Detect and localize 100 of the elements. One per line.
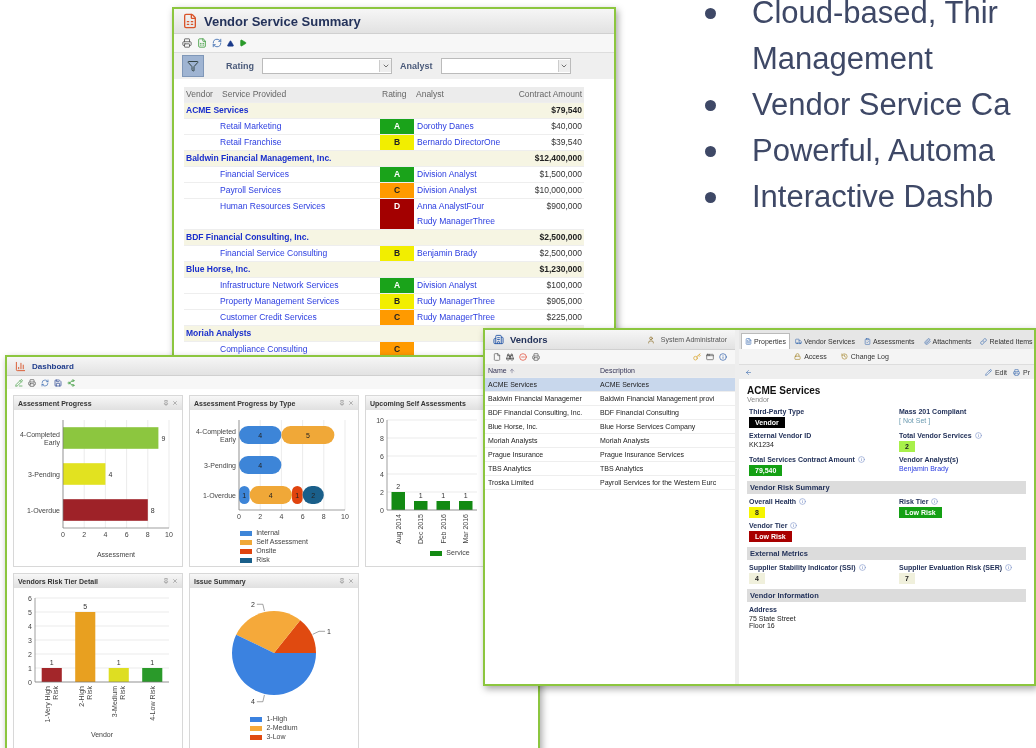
tab-icon [863,338,871,345]
filter-select[interactable] [262,58,392,74]
rating-badge: A [380,167,414,182]
vendor-name[interactable]: Blue Horse, Inc. [184,262,253,277]
chart-bar [239,456,282,474]
close-icon[interactable] [348,578,354,584]
binoculars-icon[interactable] [506,353,514,361]
service-link[interactable]: Property Management Services [220,294,340,309]
vendor-name[interactable]: BDF Financial Consulting, Inc. [184,230,311,245]
lock-icon [794,353,802,360]
legend-swatch [240,557,253,563]
service-link[interactable]: Retail Marketing [220,119,282,134]
dropdown-icon [381,62,390,70]
tab-icon [745,338,752,345]
filter-icon [187,60,199,72]
window-icon[interactable] [706,353,714,361]
contract-amount: $40,000 [550,120,583,133]
column-header[interactable]: Service Provided [220,87,380,102]
print-icon[interactable] [532,353,540,361]
leader-line [256,603,265,612]
bullet-text: Powerful, Automa [752,132,996,170]
column-header[interactable]: Contract Amount [506,87,584,102]
analyst-link[interactable]: Benjamin Brady [417,246,477,261]
analyst-link[interactable]: Division Analyst [417,167,477,182]
report-icon [182,13,198,29]
key-icon[interactable] [693,353,701,361]
bullet-text: Cloud-based, Thir [752,0,999,32]
service-link[interactable]: Customer Credit Services [220,310,317,325]
bullet-icon [705,100,716,111]
spreadsheet-icon[interactable] [197,38,207,48]
chart-bar [75,612,96,682]
delete-icon[interactable] [519,353,527,361]
service-link[interactable]: Human Resources Services [220,199,326,229]
pin-icon[interactable] [163,578,169,584]
rating-badge: C [380,310,414,325]
legend-swatch [250,725,263,731]
chart-bar [414,501,428,510]
filter-select[interactable] [440,58,571,74]
close-icon[interactable] [172,400,178,406]
back-icon[interactable] [745,368,752,376]
refresh-icon[interactable] [212,38,222,48]
analyst-link[interactable]: Bernardo DirectorOne [417,135,501,150]
chart-bar [108,668,129,682]
analyst-link[interactable]: Division Analyst [417,278,477,293]
print-icon[interactable] [182,38,192,48]
legend-swatch [240,539,253,545]
service-link[interactable]: Infrastructure Network Services [220,278,339,293]
close-icon[interactable] [172,578,178,584]
legend-swatch [250,716,263,722]
vendor-name[interactable]: ACME Services [184,103,251,118]
analyst-link[interactable]: Rudy ManagerThree [417,294,495,309]
bullet-icon [705,192,716,203]
rating-badge: A [380,119,414,134]
service-link[interactable]: Financial Services [220,167,289,182]
service-link[interactable]: Compliance Consulting [220,342,308,357]
pin-icon[interactable] [163,400,169,406]
chart-bar [63,463,106,485]
analyst-link[interactable]: Rudy ManagerThree [417,310,495,325]
column-header[interactable]: Analyst [414,87,506,102]
record-title: ACME Services [747,385,822,396]
vendor-name[interactable]: Baldwin Financial Management, Inc. [184,151,334,166]
contract-amount: $100,000 [545,279,583,292]
building-icon [493,334,504,345]
service-link[interactable]: Financial Service Consulting [220,246,328,261]
leader-line [256,694,265,703]
vendor-name[interactable]: Moriah Analysts [184,326,254,341]
refresh-icon[interactable] [41,378,49,387]
filter-button[interactable] [182,55,204,77]
rating-badge: B [380,246,414,261]
group-total: $79,540 [550,104,583,117]
bullet-icon [705,8,716,19]
triangle-up-icon[interactable] [227,39,234,47]
share-icon[interactable] [67,378,75,387]
close-icon[interactable] [348,400,354,406]
pencil-icon [984,368,992,376]
window-title: Vendors [510,334,548,345]
legend-swatch [430,550,443,556]
contract-amount: $905,000 [545,295,583,308]
group-total: $2,500,000 [538,231,583,244]
analyst-link[interactable]: Anna AnalystFour [417,199,485,214]
analyst-link[interactable]: Dorothy Danes [417,119,474,134]
help-icon[interactable] [719,353,727,361]
play-icon[interactable] [239,39,247,47]
window-title: Vendor Service Summary [204,13,361,29]
save-icon[interactable] [54,378,62,387]
column-header[interactable]: Vendor [184,87,220,102]
edit-icon[interactable] [15,378,23,387]
new-file-icon[interactable] [493,353,501,361]
bullet-icon [705,146,716,157]
print-icon[interactable] [28,378,36,387]
column-header[interactable]: Rating [380,87,414,102]
tab-icon [980,338,988,345]
pin-icon[interactable] [339,400,345,406]
legend-swatch [240,548,253,554]
analyst-link[interactable]: Rudy ManagerThree [417,214,495,229]
pin-icon[interactable] [339,578,345,584]
analyst-link[interactable]: Division Analyst [417,183,477,198]
service-link[interactable]: Retail Franchise [220,135,282,150]
service-link[interactable]: Payroll Services [220,183,281,198]
bullet-text: Vendor Service Ca [752,86,1011,124]
